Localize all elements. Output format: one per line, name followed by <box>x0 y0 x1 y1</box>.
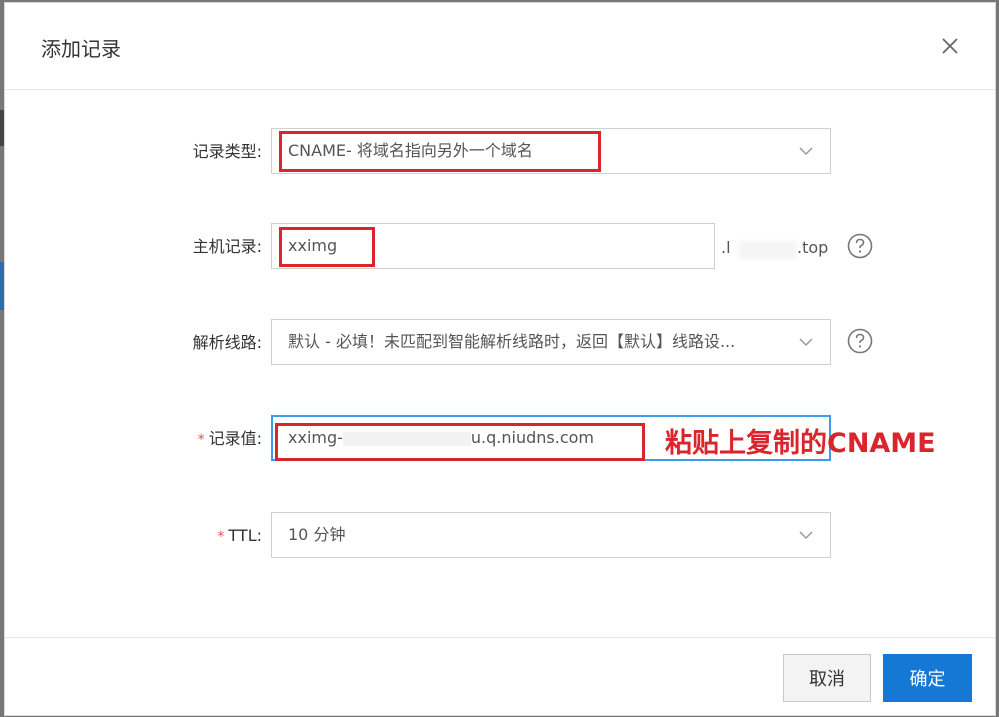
ttl-row: * TTL: 10 分钟 <box>5 512 995 560</box>
record-value-text: xximg-u.q.niudns.com <box>288 416 594 460</box>
chevron-down-icon <box>799 531 813 540</box>
host-record-row: 主机记录: xximg .l .top <box>5 223 995 271</box>
question-circle-icon[interactable] <box>847 233 873 259</box>
record-value-end: u.q.niudns.com <box>470 428 594 447</box>
record-type-row: 记录类型: CNAME- 将域名指向另外一个域名 <box>5 128 995 176</box>
host-record-value: xximg <box>288 236 338 255</box>
ttl-label-text: TTL: <box>228 526 262 545</box>
record-type-select[interactable]: CNAME- 将域名指向另外一个域名 <box>271 128 831 174</box>
record-value-label: * 记录值: <box>198 415 262 463</box>
ttl-label: * TTL: <box>217 512 262 560</box>
chevron-down-icon <box>799 338 813 347</box>
record-value-start: xximg- <box>288 428 343 447</box>
add-record-dialog: 添加记录 记录类型: CNAME- 将域名指向另外一个域名 主机记录: xxim… <box>4 2 996 716</box>
host-record-input[interactable]: xximg <box>271 223 715 269</box>
domain-suffix-end: .top <box>797 238 829 257</box>
line-value: 默认 - 必填！未匹配到智能解析线路时，返回【默认】线路设... <box>288 332 736 351</box>
dialog-header: 添加记录 <box>5 3 995 90</box>
record-type-label: 记录类型: <box>192 142 262 161</box>
host-record-label: 主机记录: <box>192 237 262 256</box>
confirm-button[interactable]: 确定 <box>883 654 972 702</box>
line-label: 解析线路: <box>192 333 262 352</box>
required-mark: * <box>217 529 225 545</box>
record-value-label-text: 记录值: <box>208 429 262 448</box>
required-mark: * <box>197 432 205 448</box>
record-type-value: CNAME- 将域名指向另外一个域名 <box>288 141 533 160</box>
annotation-text: 粘贴上复制的CNAME <box>665 428 936 459</box>
record-value-row: * 记录值: xximg-u.q.niudns.com 粘贴上复制的CNAME <box>5 415 995 463</box>
question-circle-icon[interactable] <box>847 328 873 354</box>
redacted-value <box>342 431 471 446</box>
line-select[interactable]: 默认 - 必填！未匹配到智能解析线路时，返回【默认】线路设... <box>271 319 831 365</box>
chevron-down-icon <box>799 147 813 156</box>
dialog-title: 添加记录 <box>41 37 121 61</box>
ttl-select[interactable]: 10 分钟 <box>271 512 831 558</box>
domain-suffix-start: .l <box>721 238 731 257</box>
cancel-button[interactable]: 取消 <box>783 654 871 702</box>
redacted-domain <box>739 241 797 259</box>
close-icon <box>942 38 958 54</box>
ttl-value: 10 分钟 <box>288 525 346 544</box>
close-button[interactable] <box>935 31 965 61</box>
dialog-footer: 取消 确定 <box>5 637 995 716</box>
line-row: 解析线路: 默认 - 必填！未匹配到智能解析线路时，返回【默认】线路设... <box>5 319 995 367</box>
